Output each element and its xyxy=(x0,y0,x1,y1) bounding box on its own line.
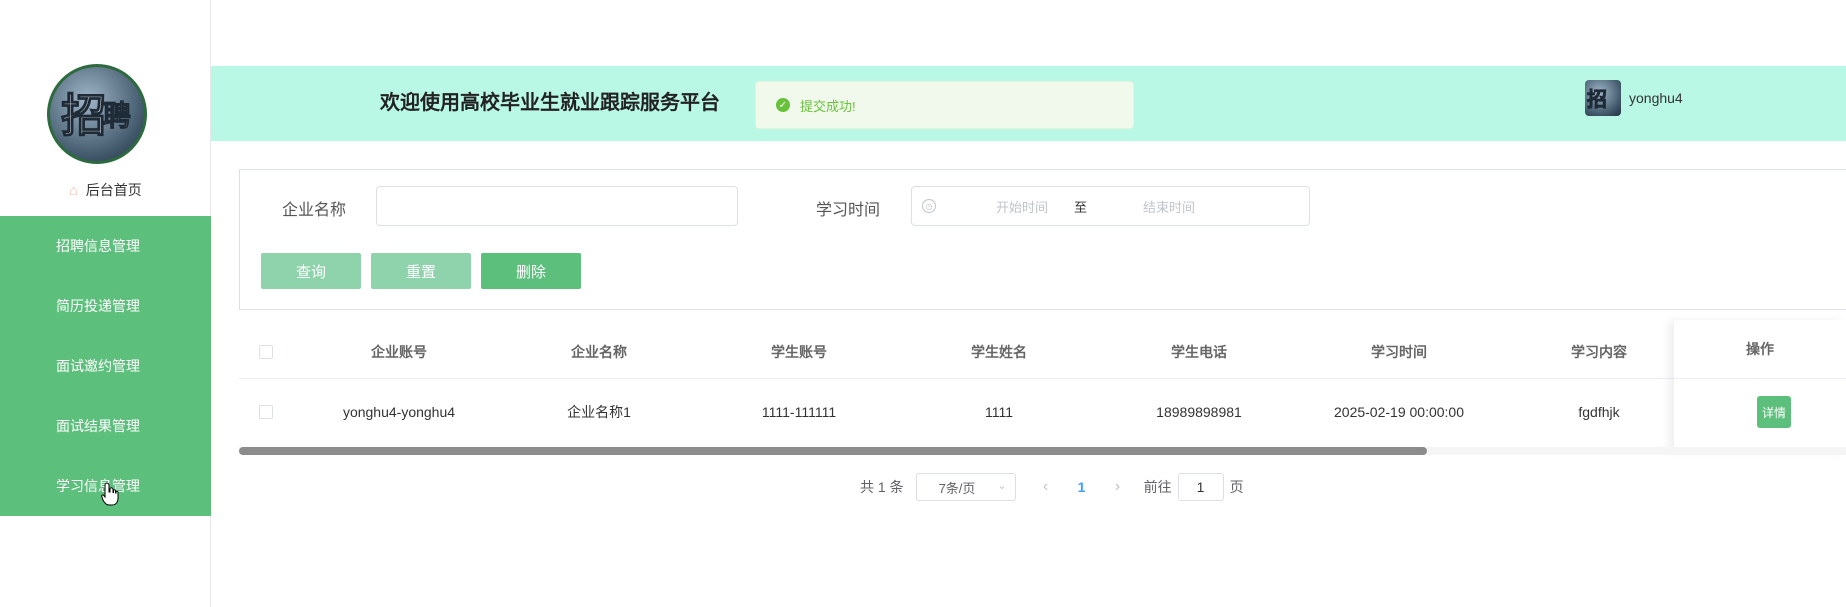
query-button[interactable]: 查询 xyxy=(261,253,361,289)
check-circle-icon: ✓ xyxy=(776,98,790,112)
cell-study-content: fgdfhjk xyxy=(1578,403,1620,420)
range-separator: 至 xyxy=(1074,199,1088,215)
user-info[interactable]: 招 yonghu4 xyxy=(1585,80,1683,116)
col-student-account: 学生账号 xyxy=(771,343,827,360)
prev-page-icon[interactable]: ‹ xyxy=(1030,478,1062,496)
select-all-cell xyxy=(239,344,299,359)
cell-student-phone: 18989898981 xyxy=(1156,403,1242,420)
col-student-phone: 学生电话 xyxy=(1171,343,1227,360)
horizontal-scrollbar[interactable] xyxy=(239,447,1846,455)
sidebar-item-label: 招聘信息管理 xyxy=(56,238,140,254)
svg-text:聘: 聘 xyxy=(103,99,131,132)
row-select-cell xyxy=(239,404,299,419)
sidebar-item-label: 简历投递管理 xyxy=(56,298,140,314)
sidebar-item-label: 学习信息管理 xyxy=(56,478,140,494)
select-all-checkbox[interactable] xyxy=(259,344,273,359)
svg-text:招: 招 xyxy=(1587,87,1607,111)
hand-cursor-icon xyxy=(101,482,119,506)
study-time-label: 学习时间 xyxy=(816,202,881,219)
username: yonghu4 xyxy=(1629,90,1683,106)
table-row: yonghu4-yonghu4 企业名称1 1111-111111 1111 1… xyxy=(239,380,1846,443)
success-toast: ✓ 提交成功! xyxy=(755,81,1134,129)
page-size-value: 7条/页 xyxy=(938,480,976,496)
svg-text:招: 招 xyxy=(61,89,106,142)
company-name-label: 企业名称 xyxy=(282,202,347,219)
operation-column: 操作 详情 xyxy=(1674,320,1846,453)
sidebar: 招 聘 ⌂ 后台首页 招聘信息管理 简历投递管理 面试邀约管理 面试结果管理 学… xyxy=(0,0,211,607)
delete-button[interactable]: 删除 xyxy=(481,253,581,289)
search-panel: 企业名称 学习时间 ◷ 开始时间 至 结束时间 查询 重置 删除 xyxy=(239,169,1846,310)
reset-button[interactable]: 重置 xyxy=(371,253,471,289)
page-size-select[interactable]: 7条/页 ⌄ xyxy=(915,473,1016,501)
cell-student-name: 1111 xyxy=(984,403,1014,420)
data-table: 企业账号 企业名称 学生账号 学生姓名 学生电话 学习时间 学习内容 yongh… xyxy=(239,320,1846,455)
sidebar-item-resume-delivery[interactable]: 简历投递管理 xyxy=(0,276,211,336)
sidebar-item-label: 面试结果管理 xyxy=(56,418,140,434)
chevron-down-icon: ⌄ xyxy=(997,480,1007,492)
sidebar-item-label: 面试邀约管理 xyxy=(56,358,140,374)
scrollbar-thumb[interactable] xyxy=(239,447,1427,455)
col-student-name: 学生姓名 xyxy=(971,343,1027,360)
pagination: 共 1 条 7条/页 ⌄ ‹ 1 › 前往 1 页 xyxy=(860,473,1244,501)
next-page-icon[interactable]: › xyxy=(1102,478,1134,496)
total-count: 共 1 条 xyxy=(860,479,904,495)
page-title: 欢迎使用高校毕业生就业跟踪服务平台 xyxy=(380,90,720,114)
table-header: 企业账号 企业名称 学生账号 学生姓名 学生电话 学习时间 学习内容 xyxy=(239,325,1846,379)
start-time-input[interactable]: 开始时间 xyxy=(996,197,1048,216)
clock-icon: ◷ xyxy=(922,199,936,213)
home-label: 后台首页 xyxy=(85,182,142,198)
col-company-account: 企业账号 xyxy=(371,343,427,360)
col-study-time: 学习时间 xyxy=(1371,343,1427,360)
row-checkbox[interactable] xyxy=(259,404,273,419)
top-header: 欢迎使用高校毕业生就业跟踪服务平台 ✓ 提交成功! 招 yonghu4 xyxy=(211,66,1846,141)
sidebar-item-recruit-info[interactable]: 招聘信息管理 xyxy=(0,216,211,276)
sidebar-menu: 招聘信息管理 简历投递管理 面试邀约管理 面试结果管理 学习信息管理 xyxy=(0,216,211,516)
logo-image: 招 聘 xyxy=(47,64,147,164)
detail-button[interactable]: 详情 xyxy=(1757,396,1791,428)
company-name-input[interactable] xyxy=(376,186,738,226)
cell-student-account: 1111-111111 xyxy=(761,403,837,420)
end-time-input[interactable]: 结束时间 xyxy=(1143,197,1195,216)
cell-study-time: 2025-02-19 00:00:00 xyxy=(1334,403,1464,420)
col-operation: 操作 xyxy=(1674,320,1846,379)
sidebar-item-interview-result[interactable]: 面试结果管理 xyxy=(0,396,211,456)
study-time-range-picker[interactable]: ◷ 开始时间 至 结束时间 xyxy=(911,186,1310,226)
col-company-name: 企业名称 xyxy=(571,343,627,360)
home-link[interactable]: ⌂ 后台首页 xyxy=(0,178,211,202)
goto-page-input[interactable]: 1 xyxy=(1177,473,1224,501)
sidebar-item-interview-invite[interactable]: 面试邀约管理 xyxy=(0,336,211,396)
cell-company-name: 企业名称1 xyxy=(567,403,631,420)
home-icon: ⌂ xyxy=(69,182,78,198)
avatar[interactable]: 招 xyxy=(1585,80,1621,116)
page-suffix: 页 xyxy=(1229,479,1244,495)
goto-page-value: 1 xyxy=(1196,479,1205,495)
page-number-current[interactable]: 1 xyxy=(1062,479,1102,495)
toast-message: 提交成功! xyxy=(800,98,856,114)
col-study-content: 学习内容 xyxy=(1571,343,1627,360)
cell-company-account: yonghu4-yonghu4 xyxy=(342,403,456,420)
goto-label: 前往 xyxy=(1143,479,1172,495)
